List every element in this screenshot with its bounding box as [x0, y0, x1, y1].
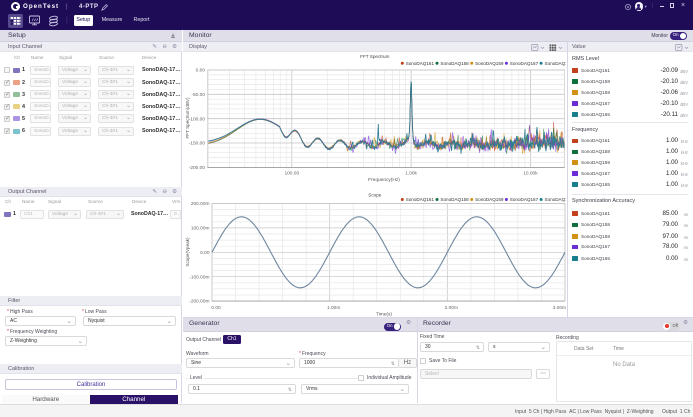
- svg-text:SonoDAQ165: SonoDAQ165: [545, 197, 567, 202]
- svg-text:0.00: 0.00: [200, 250, 210, 256]
- svg-text:Scope: Scope: [368, 193, 381, 198]
- svg-text:1.00m: 1.00m: [327, 305, 340, 311]
- svg-text:SonoDAQ161: SonoDAQ161: [406, 197, 435, 202]
- svg-text:-150.00: -150.00: [189, 141, 206, 147]
- svg-text:0.00: 0.00: [211, 305, 221, 311]
- svg-text:SonoDAQ159: SonoDAQ159: [475, 197, 504, 202]
- svg-text:-100.00: -100.00: [189, 116, 206, 122]
- svg-text:Scope(Vpeak): Scope(Vpeak): [185, 237, 190, 267]
- svg-text:-100.00m: -100.00m: [189, 274, 209, 280]
- svg-text:1.00k: 1.00k: [405, 171, 417, 177]
- svg-text:SonoDAQ165: SonoDAQ165: [545, 61, 567, 66]
- svg-text:SonoDAQ167: SonoDAQ167: [510, 61, 539, 66]
- svg-text:FFT Spectrum: FFT Spectrum: [360, 54, 389, 59]
- svg-text:10.00k: 10.00k: [523, 171, 538, 177]
- svg-text:100.00: 100.00: [284, 171, 299, 177]
- svg-text:FFT Spectrum(dBV): FFT Spectrum(dBV): [185, 97, 190, 138]
- svg-text:Frequency(Hz): Frequency(Hz): [368, 177, 400, 183]
- svg-text:-200.00: -200.00: [189, 165, 206, 171]
- svg-text:0.00: 0.00: [196, 68, 206, 74]
- svg-text:SonoDAQ158: SonoDAQ158: [440, 197, 469, 202]
- svg-text:SonoDAQ167: SonoDAQ167: [510, 197, 539, 202]
- svg-text:-200.00m: -200.00m: [189, 299, 209, 305]
- svg-text:SonoDAQ161: SonoDAQ161: [406, 61, 435, 66]
- svg-text:100.00m: 100.00m: [191, 226, 210, 232]
- svg-text:SonoDAQ159: SonoDAQ159: [475, 61, 504, 66]
- svg-text:2.00m: 2.00m: [445, 305, 458, 311]
- svg-text:-50.00: -50.00: [191, 92, 205, 98]
- svg-text:SonoDAQ158: SonoDAQ158: [440, 61, 469, 66]
- svg-text:3.00m: 3.00m: [553, 305, 566, 311]
- svg-text:200.00m: 200.00m: [191, 201, 210, 207]
